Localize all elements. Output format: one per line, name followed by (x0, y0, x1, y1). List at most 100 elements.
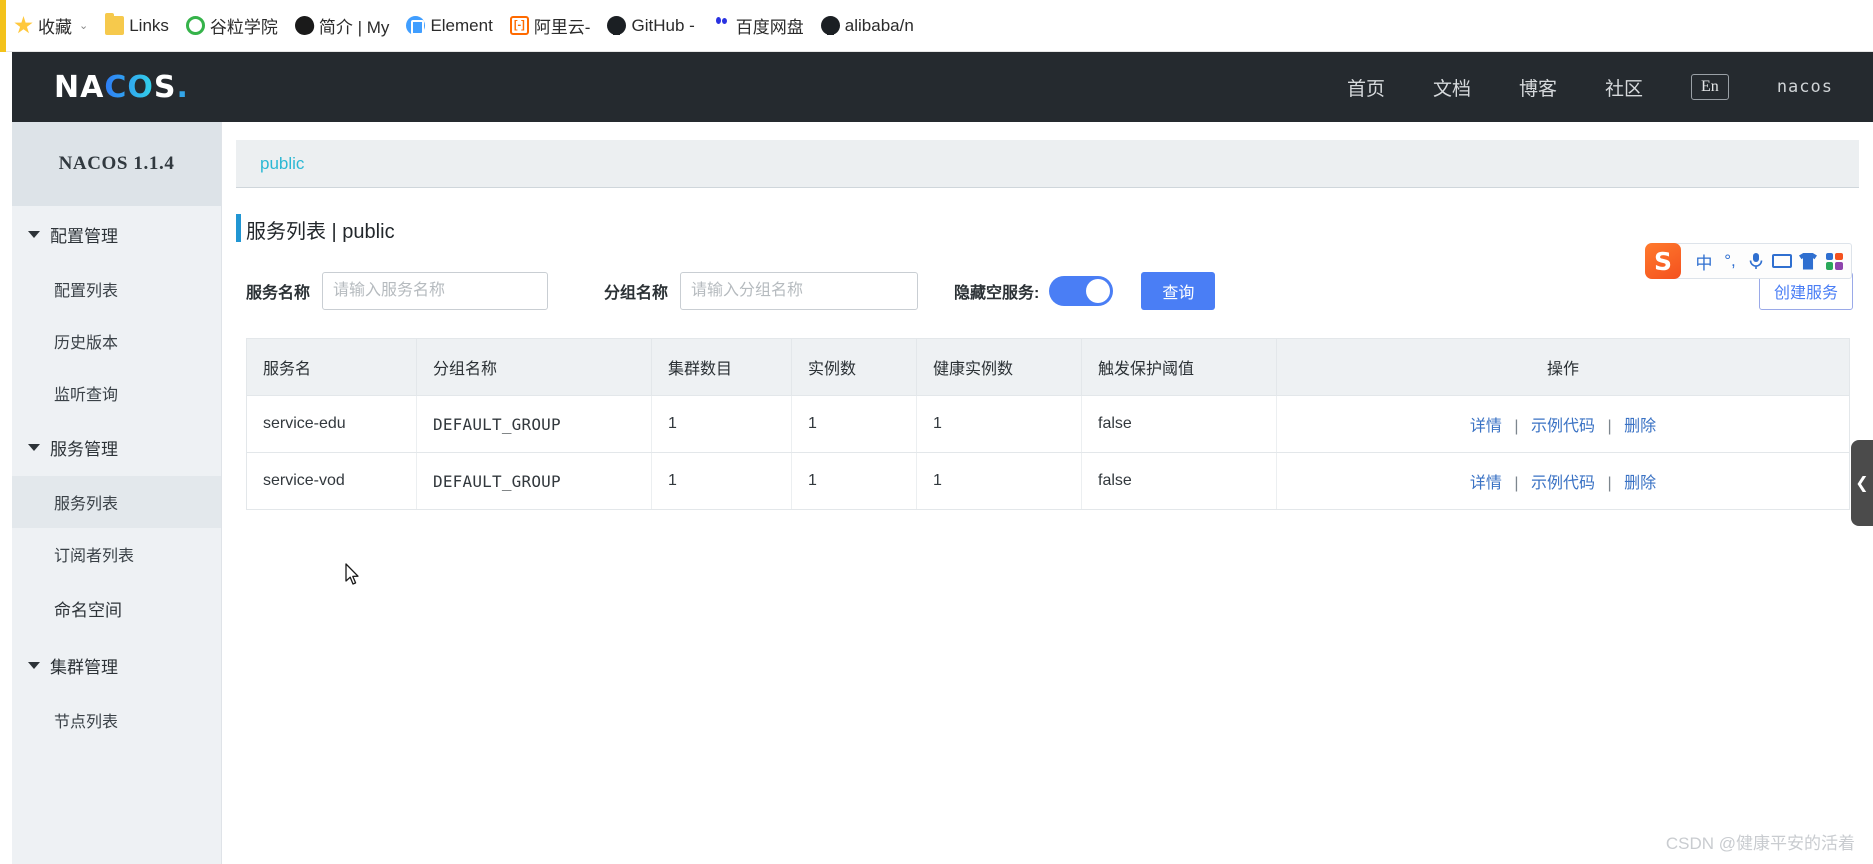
cell-operations: 详情 | 示例代码 | 删除 (1276, 452, 1850, 510)
bookmark-alibaba-nacos[interactable]: alibaba/n (820, 15, 914, 36)
bookmark-aliyun[interactable]: [-] 阿里云- (509, 13, 590, 38)
detail-link[interactable]: 详情 (1470, 475, 1502, 492)
aliyun-icon: [-] (509, 16, 529, 35)
bookmark-label: alibaba/n (844, 15, 914, 35)
sidebar-item-subscriber-list[interactable]: 订阅者列表 (12, 528, 221, 580)
cell-group-name: DEFAULT_GROUP (416, 395, 652, 453)
page-title: 服务列表 | public (246, 220, 395, 243)
detail-link[interactable]: 详情 (1470, 418, 1502, 435)
language-switch-button[interactable]: En (1691, 74, 1729, 100)
column-header-operations: 操作 (1276, 338, 1850, 396)
csdn-watermark: CSDN @健康平安的活着 (1665, 834, 1855, 853)
column-header-cluster-count: 集群数目 (651, 338, 792, 396)
table-row: service-vod DEFAULT_GROUP 1 1 1 false 详情… (246, 452, 1850, 510)
cell-cluster-count: 1 (651, 395, 792, 453)
sogou-ime-toolbar[interactable]: S 中 °, (1645, 243, 1852, 279)
column-header-service-name: 服务名 (246, 338, 417, 396)
browser-bookmarks-bar: 收藏 ⌄ Links 谷粒学院 简介 | My Element [-] 阿里云-… (0, 0, 1873, 52)
main-content: public 服务列表 | public 服务名称 分组名称 隐藏空服务: 查询… (222, 122, 1873, 864)
sidebar-item-listening-query[interactable]: 监听查询 (12, 367, 221, 419)
star-icon (14, 16, 33, 34)
table-row: service-edu DEFAULT_GROUP 1 1 1 false 详情… (246, 395, 1850, 453)
nav-home[interactable]: 首页 (1347, 74, 1385, 101)
chevron-down-icon (28, 662, 40, 669)
sidebar-group-label: 配置管理 (50, 227, 118, 246)
bird-icon (292, 13, 317, 38)
cell-service-name: service-edu (246, 395, 417, 453)
nav-blog[interactable]: 博客 (1519, 74, 1557, 101)
nav-docs[interactable]: 文档 (1433, 74, 1471, 101)
toolbox-icon[interactable] (1821, 248, 1847, 274)
query-button[interactable]: 查询 (1141, 272, 1216, 310)
chinese-mode-icon[interactable]: 中 (1691, 248, 1717, 274)
action-separator: | (1607, 475, 1612, 492)
hide-empty-service-toggle[interactable] (1049, 276, 1114, 306)
cell-instance-count: 1 (791, 452, 917, 510)
panel-collapse-handle[interactable]: ❮ (1851, 440, 1873, 526)
bookmark-jianjie-my[interactable]: 简介 | My (292, 13, 389, 38)
hide-empty-service-label: 隐藏空服务: (954, 285, 1040, 302)
bookmark-links[interactable]: Links (105, 13, 169, 36)
column-header-protect-threshold: 触发保护阈值 (1081, 338, 1277, 396)
namespace-tab-public[interactable]: public (260, 154, 304, 174)
nav-community[interactable]: 社区 (1605, 74, 1643, 101)
hide-empty-service-wrap: 隐藏空服务: (954, 276, 1114, 306)
sidebar-item-namespace[interactable]: 命名空间 (12, 580, 221, 637)
sidebar-group-service-management[interactable]: 服务管理 (12, 419, 221, 476)
cell-protect-threshold: false (1081, 395, 1277, 453)
sidebar-group-cluster-management[interactable]: 集群管理 (12, 637, 221, 694)
cell-healthy-count: 1 (916, 452, 1082, 510)
bookmark-favorites[interactable]: 收藏 ⌄ (14, 13, 88, 38)
microphone-icon[interactable] (1743, 248, 1769, 274)
sidebar-group-config-management[interactable]: 配置管理 (12, 206, 221, 263)
version-label: NACOS 1.1.4 (12, 122, 221, 206)
bookmark-label: 谷粒学院 (209, 18, 278, 37)
logo-text-part3: S (153, 69, 177, 105)
column-header-instance-count: 实例数 (791, 338, 917, 396)
sidebar-item-service-list[interactable]: 服务列表 (12, 476, 221, 528)
action-separator: | (1514, 475, 1519, 492)
logo-text-part2: CO (104, 69, 154, 105)
group-name-input[interactable] (680, 272, 919, 310)
cell-cluster-count: 1 (651, 452, 792, 510)
sample-code-link[interactable]: 示例代码 (1531, 475, 1595, 492)
chevron-down-icon[interactable]: ⌄ (79, 19, 88, 32)
sidebar-group-label: 命名空间 (54, 601, 122, 620)
service-name-label: 服务名称 (246, 285, 311, 302)
github-icon (820, 16, 840, 35)
keyboard-icon[interactable] (1769, 248, 1795, 274)
bookmark-baidu-pan[interactable]: 百度网盘 (711, 13, 804, 38)
sogou-logo-icon[interactable]: S (1645, 243, 1681, 279)
skin-icon[interactable] (1795, 248, 1821, 274)
namespace-tabbar: public (236, 140, 1859, 188)
cell-service-name: service-vod (246, 452, 417, 510)
delete-link[interactable]: 删除 (1624, 418, 1656, 435)
sample-code-link[interactable]: 示例代码 (1531, 418, 1595, 435)
bookmark-element[interactable]: Element (406, 16, 493, 36)
bookmark-guli-xueyuan[interactable]: 谷粒学院 (185, 13, 278, 38)
sidebar-item-config-list[interactable]: 配置列表 (12, 263, 221, 315)
sidebar-item-history-version[interactable]: 历史版本 (12, 315, 221, 367)
group-filter-wrap: 分组名称 (604, 272, 919, 310)
cell-group-name: DEFAULT_GROUP (416, 452, 652, 510)
service-name-input[interactable] (322, 272, 549, 310)
sidebar-item-node-list[interactable]: 节点列表 (12, 694, 221, 746)
chevron-down-icon (28, 231, 40, 238)
punctuation-icon[interactable]: °, (1717, 248, 1743, 274)
bookmark-github[interactable]: GitHub - (607, 15, 695, 36)
user-menu[interactable]: nacos (1777, 77, 1833, 97)
bookmark-label: 百度网盘 (735, 18, 804, 37)
table-header-row: 服务名 分组名称 集群数目 实例数 健康实例数 触发保护阈值 操作 (246, 338, 1850, 396)
sidebar-group-label: 集群管理 (50, 658, 118, 677)
page-title-row: 服务列表 | public (236, 212, 1873, 246)
chevron-down-icon (28, 444, 40, 451)
app-header: NACOS. 首页 文档 博客 社区 En nacos (12, 52, 1873, 122)
group-name-label: 分组名称 (604, 285, 669, 302)
header-nav: 首页 文档 博客 社区 En nacos (1347, 74, 1873, 101)
logo-dot: . (176, 69, 189, 105)
bookmark-label: GitHub - (631, 15, 695, 35)
nacos-logo[interactable]: NACOS. (54, 70, 189, 105)
delete-link[interactable]: 删除 (1624, 475, 1656, 492)
cell-operations: 详情 | 示例代码 | 删除 (1276, 395, 1850, 453)
filter-toolbar: 服务名称 分组名称 隐藏空服务: 查询 创建服务 (236, 272, 1873, 310)
